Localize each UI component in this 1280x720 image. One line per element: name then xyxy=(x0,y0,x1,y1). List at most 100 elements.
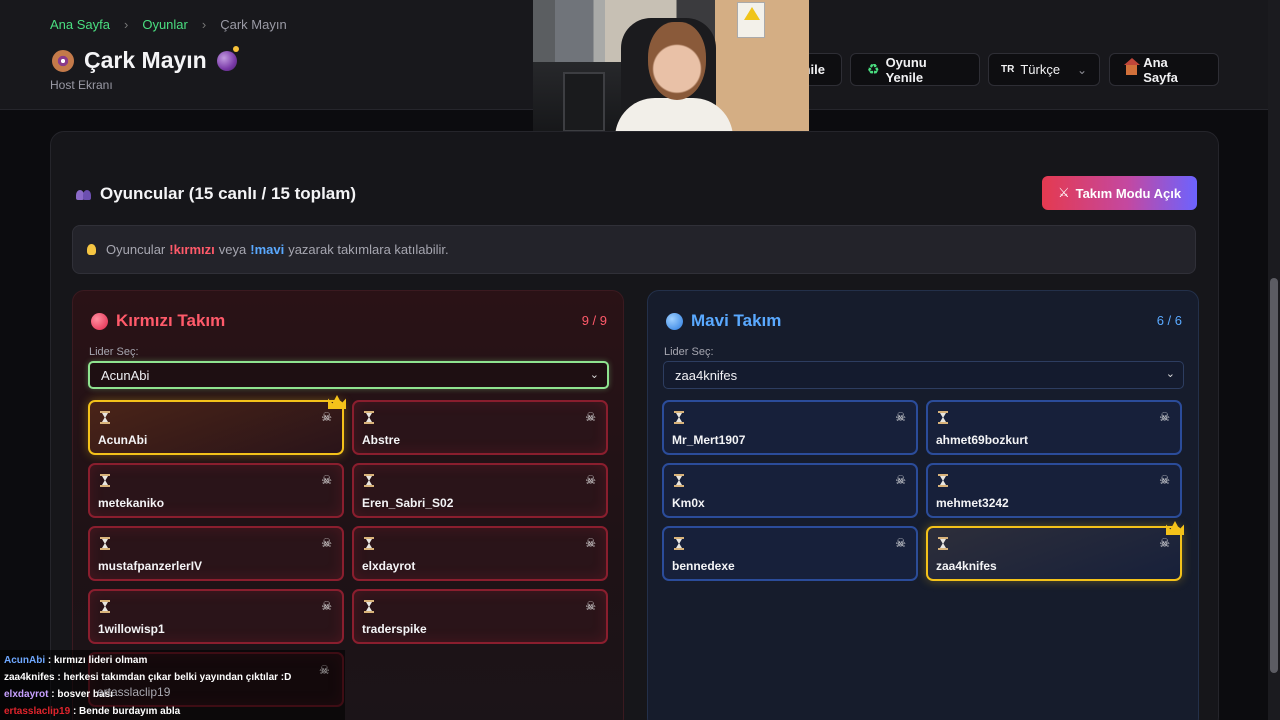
house-icon xyxy=(1123,58,1141,75)
player-card[interactable]: ☠ traderspike xyxy=(352,589,608,644)
skull-crossbones-icon[interactable]: ☠ xyxy=(1159,536,1170,550)
team-mode-label: Takım Modu Açık xyxy=(1075,185,1182,201)
player-name: ahmet69bozkurt xyxy=(936,433,1029,447)
skull-crossbones-icon[interactable]: ☠ xyxy=(895,536,906,550)
player-name: Abstre xyxy=(362,433,401,447)
hint-blue-command: !mavi xyxy=(250,242,285,257)
scrollbar-thumb[interactable] xyxy=(1270,278,1278,673)
crown-icon xyxy=(1166,521,1184,535)
player-name: Eren_Sabri_S02 xyxy=(362,496,454,510)
player-name: traderspike xyxy=(362,622,427,636)
hourglass-icon xyxy=(364,411,374,424)
player-name: Km0x xyxy=(672,496,705,510)
page-title: Çark Mayın xyxy=(84,47,207,73)
skull-crossbones-icon[interactable]: ☠ xyxy=(321,536,332,550)
hourglass-icon xyxy=(364,537,374,550)
players-title: Oyuncular (15 canlı / 15 toplam) xyxy=(100,184,357,203)
skull-crossbones-icon[interactable]: ☠ xyxy=(585,410,596,424)
crown-icon xyxy=(328,395,346,409)
chat-message: zaa4knifes : herkesi takımdan çıkar belk… xyxy=(4,672,291,683)
skull-crossbones-icon[interactable]: ☠ xyxy=(895,473,906,487)
chevron-down-icon: ⌄ xyxy=(1076,62,1087,77)
chat-message: AcunAbi : kırmızı lideri olmam xyxy=(4,655,147,666)
player-card[interactable]: ☠ Abstre xyxy=(352,400,608,455)
red-leader-value: AcunAbi xyxy=(101,367,150,383)
home-button[interactable]: Ana Sayfa xyxy=(1109,53,1219,86)
player-name: mustafpanzerlerIV xyxy=(98,559,203,573)
red-team-header: Kırmızı Takım xyxy=(91,311,225,331)
stream-chat-overlay: AcunAbi : kırmızı lideri olmam zaa4knife… xyxy=(0,650,345,720)
skull-crossbones-icon[interactable]: ☠ xyxy=(1159,473,1170,487)
player-card[interactable]: ☠ bennedexe xyxy=(662,526,918,581)
blue-leader-label: Lider Seç: xyxy=(664,346,714,358)
page-scrollbar[interactable] xyxy=(1268,0,1280,720)
player-card[interactable]: ☠ 1willowisp1 xyxy=(88,589,344,644)
breadcrumb-current: Çark Mayın xyxy=(220,17,287,32)
breadcrumb-separator: › xyxy=(201,17,207,32)
team-mode-button[interactable]: ⚔ Takım Modu Açık xyxy=(1042,176,1197,210)
blue-leader-select[interactable]: zaa4knifes ⌄ xyxy=(663,361,1184,389)
player-name: AcunAbi xyxy=(98,433,148,447)
hourglass-icon xyxy=(938,474,948,487)
ferris-wheel-icon xyxy=(52,49,74,72)
player-card[interactable]: ☠ metekaniko xyxy=(88,463,344,518)
hint-middle: veya xyxy=(218,242,247,257)
hourglass-icon xyxy=(100,474,110,487)
bomb-icon xyxy=(216,45,239,71)
skull-crossbones-icon[interactable]: ☠ xyxy=(585,536,596,550)
hint-suffix: yazarak takımlara katılabilir. xyxy=(288,242,449,257)
player-card[interactable]: ☠ Mr_Mert1907 xyxy=(662,400,918,455)
hourglass-icon xyxy=(938,537,948,550)
skull-crossbones-icon[interactable]: ☠ xyxy=(895,410,906,424)
page-subtitle: Host Ekranı xyxy=(50,78,113,92)
chat-username: AcunAbi xyxy=(4,655,46,666)
breadcrumb-separator: › xyxy=(124,17,129,32)
blue-team-name: Mavi Takım xyxy=(691,311,782,330)
red-leader-label: Lider Seç: xyxy=(89,346,139,358)
language-select[interactable]: TR Türkçe ⌄ xyxy=(988,53,1100,86)
hint-red-command: !kırmızı xyxy=(169,242,215,257)
red-leader-select[interactable]: AcunAbi ⌄ xyxy=(88,361,609,389)
skull-crossbones-icon[interactable]: ☠ xyxy=(585,473,596,487)
hourglass-icon xyxy=(364,474,374,487)
breadcrumb-games-link[interactable]: Oyunlar xyxy=(142,17,188,32)
hourglass-icon xyxy=(938,411,948,424)
player-card[interactable]: ☠ Eren_Sabri_S02 xyxy=(352,463,608,518)
webcam-warning-sign xyxy=(737,2,765,38)
chat-username: ertasslaclip19 xyxy=(4,706,71,717)
chat-text: : herkesi takımdan çıkar belki yayından … xyxy=(54,672,292,683)
join-hint: Oyuncular !kırmızı veya !mavi yazarak ta… xyxy=(72,225,1196,274)
player-card[interactable]: ☠ zaa4knifes xyxy=(926,521,1184,581)
skull-crossbones-icon[interactable]: ☠ xyxy=(1159,410,1170,424)
player-card[interactable]: ☠ elxdayrot xyxy=(352,526,608,581)
skull-crossbones-icon[interactable]: ☠ xyxy=(585,599,596,613)
skull-crossbones-icon[interactable]: ☠ xyxy=(321,410,332,424)
restart-game-label: Oyunu Yenile xyxy=(885,54,927,85)
player-name: metekaniko xyxy=(98,496,165,510)
hourglass-icon xyxy=(674,474,684,487)
home-button-label: Ana Sayfa xyxy=(1143,54,1178,85)
language-value: Türkçe xyxy=(1020,62,1061,77)
skull-crossbones-icon[interactable]: ☠ xyxy=(321,599,332,613)
player-name: mehmet3242 xyxy=(936,496,1009,510)
chat-username: zaa4knifes xyxy=(4,672,55,683)
webcam-person-head xyxy=(648,22,706,100)
skull-crossbones-icon[interactable]: ☠ xyxy=(321,473,332,487)
player-card[interactable]: ☠ AcunAbi xyxy=(88,395,346,455)
player-card[interactable]: ☠ mehmet3242 xyxy=(926,463,1182,518)
hourglass-icon xyxy=(364,600,374,613)
player-card[interactable]: ☠ mustafpanzerlerIV xyxy=(88,526,344,581)
player-card[interactable]: ☠ Km0x xyxy=(662,463,918,518)
player-card[interactable]: ☠ ahmet69bozkurt xyxy=(926,400,1182,455)
chat-text: : kırmızı lideri olmam xyxy=(45,655,148,666)
player-name: elxdayrot xyxy=(362,559,416,573)
hourglass-icon xyxy=(674,537,684,550)
hourglass-icon xyxy=(100,537,110,550)
red-circle-icon xyxy=(91,312,108,330)
skull-crossbones-icon[interactable]: ☠ xyxy=(319,663,330,677)
webcam-oven xyxy=(563,72,605,132)
blue-team-panel: Mavi Takım 6 / 6 Lider Seç: zaa4knifes ⌄… xyxy=(647,290,1199,720)
lightbulb-icon xyxy=(87,244,96,255)
restart-game-button[interactable]: ♻ Oyunu Yenile xyxy=(850,53,980,86)
breadcrumb-home-link[interactable]: Ana Sayfa xyxy=(50,17,110,32)
